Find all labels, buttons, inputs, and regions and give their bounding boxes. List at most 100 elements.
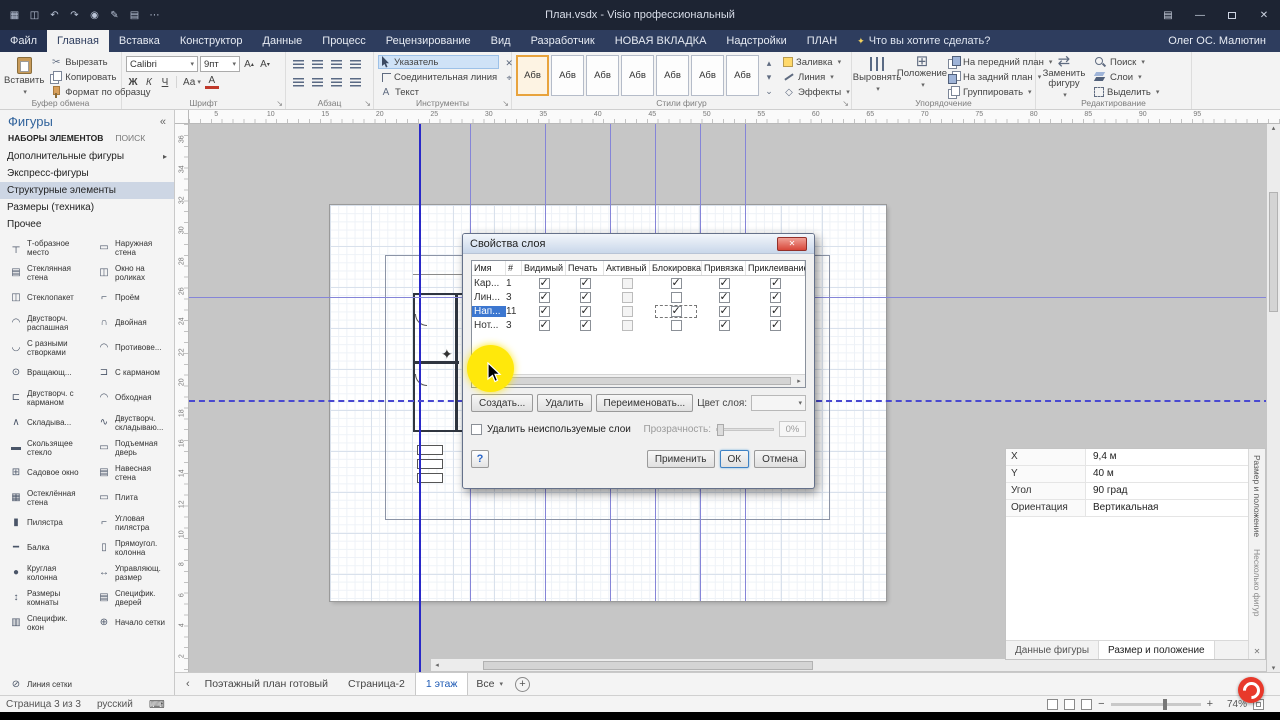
ok-button[interactable]: ОК [720,450,750,468]
transparency-slider[interactable] [716,428,774,431]
checkbox-lock[interactable] [671,278,682,289]
shape-style-tile[interactable]: Абв [551,55,584,96]
page-tab[interactable]: Поэтажный план готовый [195,673,338,695]
dialog-title-bar[interactable]: Свойства слоя ✕ [463,234,814,254]
layers-button[interactable]: Слои▾ [1092,70,1161,84]
text-direction-button[interactable] [347,75,364,90]
font-family-select[interactable]: Calibri▾ [126,56,198,72]
undo-icon[interactable]: ↶ [45,6,64,24]
zoom-slider-thumb[interactable] [1163,699,1167,710]
grow-font-button[interactable]: А▴ [242,57,256,71]
scrollbar-thumb[interactable] [1269,192,1278,312]
styles-more-icon[interactable]: ⌄ [762,85,776,97]
stencil-item[interactable]: Дополнительные фигуры [0,148,174,165]
underline-button[interactable]: Ч [158,75,172,89]
scroll-down-icon[interactable]: ▾ [1268,664,1280,672]
shape-item[interactable]: ━Балка [0,535,88,560]
page-indicator[interactable]: Страница 3 из 3 [6,699,81,710]
scroll-up-icon[interactable]: ▴ [1268,124,1280,132]
ribbon-tab[interactable]: Надстройки [716,30,796,52]
shape-item[interactable]: ◫Окно на роликах [88,260,175,285]
effects-button[interactable]: ◇Эффекты▾ [781,85,852,99]
paste-button[interactable]: Вставить ▾ [4,55,44,99]
tell-me-box[interactable]: ✦ Что вы хотите сделать? [847,30,1000,52]
touch-mode-icon[interactable]: ◉ [85,6,104,24]
checkbox-visible[interactable] [539,278,550,289]
checkbox-lock[interactable] [671,320,682,331]
fill-button[interactable]: Заливка▾ [781,55,852,69]
shape-item[interactable]: ⊏Двустворч. с карманом [0,385,88,410]
shape-item[interactable]: ◡С разными створками [0,335,88,360]
shape-item[interactable]: ▭Подъемная дверь [88,435,175,460]
close-button[interactable]: ✕ [1248,0,1280,30]
ribbon-tab[interactable]: Процесс [312,30,375,52]
shape-style-tile[interactable]: Абв [621,55,654,96]
shape-item[interactable]: ┬Т-образное место [0,235,88,260]
dialog-close-button[interactable]: ✕ [777,237,807,251]
ribbon-tab[interactable]: Главная [47,30,109,52]
ribbon-display-options-icon[interactable]: ▤ [1152,0,1184,30]
checkbox-snap[interactable] [719,292,730,303]
stencil-item[interactable]: Размеры (техника) [0,199,174,216]
align-shapes-button[interactable]: Выровнять▾ [856,55,898,99]
shape-item[interactable]: ▬Скользящее стекло [0,435,88,460]
ribbon-tab[interactable]: Разработчик [521,30,605,52]
ribbon-tab[interactable]: Вид [481,30,521,52]
vertical-scrollbar[interactable]: ▴ ▾ [1266,124,1280,672]
font-size-select[interactable]: 9пт▾ [200,56,240,72]
shape-item[interactable]: ∿Двустворч. складываю... [88,410,175,435]
align-right-button[interactable] [328,57,345,72]
shape-item[interactable]: ◠Обходная [88,385,175,410]
remove-unused-checkbox[interactable] [471,424,482,435]
scrollbar-thumb[interactable] [486,377,791,385]
change-shape-button[interactable]: ⇄Заменить фигуру▾ [1040,55,1088,101]
shape-item[interactable]: ⌐Проём [88,285,175,310]
all-pages-button[interactable]: Все▾ [468,678,511,690]
scrollbar-thumb[interactable] [483,661,813,670]
checkbox-print[interactable] [580,278,591,289]
stencil-item[interactable]: Структурные элементы [0,182,174,199]
layer-color-select[interactable]: ▾ [751,395,806,411]
panel-close-icon[interactable]: ✕ [1254,647,1261,656]
pen-icon[interactable]: ✎ [105,6,124,24]
user-account[interactable]: Олег ОС. Малютин [1168,30,1280,52]
restore-button[interactable] [1216,0,1248,30]
rename-layer-button[interactable]: Переименовать... [596,394,694,412]
checkbox-print[interactable] [580,306,591,317]
view-fullscreen-icon[interactable] [1064,699,1075,710]
scroll-right-icon[interactable]: ▸ [793,377,805,385]
shape-item[interactable]: ⊐С карманом [88,360,175,385]
checkbox-glue[interactable] [770,320,781,331]
shape-item[interactable]: ↕Размеры комнаты [0,585,88,610]
shape-item[interactable]: ↔Управляющ. размер [88,560,175,585]
shape-item[interactable]: ⊞Садовое окно [0,460,88,485]
shape-item[interactable]: ◠Противове... [88,335,175,360]
page-tab[interactable]: 1 этаж [415,673,468,695]
pointer-tool-button[interactable]: Указатель [378,55,499,69]
ribbon-tab[interactable]: Рецензирование [376,30,481,52]
shape-item[interactable]: ◫Стеклопакет [0,285,88,310]
layer-name[interactable]: Лин... [472,292,506,303]
layer-row[interactable]: Лин... 3 [472,290,805,304]
checkbox-snap[interactable] [719,320,730,331]
shape-style-tile[interactable]: Абв [516,55,549,96]
add-page-button[interactable]: + [515,677,530,692]
view-normal-icon[interactable] [1047,699,1058,710]
tab-size-position[interactable]: Размер и положение [1099,641,1215,659]
language-indicator[interactable]: русский [97,699,133,710]
create-layer-button[interactable]: Создать... [471,394,533,412]
shape-style-tile[interactable]: Абв [691,55,724,96]
scroll-left-icon[interactable]: ◂ [431,661,443,669]
zoom-in-icon[interactable]: + [1207,698,1213,710]
font-color-button[interactable]: А [205,75,219,89]
view-switch-icon[interactable] [1081,699,1092,710]
redo-icon[interactable]: ↷ [65,6,84,24]
align-left-button[interactable] [290,57,307,72]
shape-item[interactable]: ▤Навесная стена [88,460,175,485]
shape-item[interactable]: ⊕Начало сетки [88,610,175,635]
checkbox-snap[interactable] [719,278,730,289]
layer-row-selected[interactable]: Нап... 11 [472,304,805,318]
tab-shape-data[interactable]: Данные фигуры [1006,641,1099,659]
checkbox-active[interactable] [622,292,633,303]
page-tab[interactable]: Страница-2 [338,673,415,695]
